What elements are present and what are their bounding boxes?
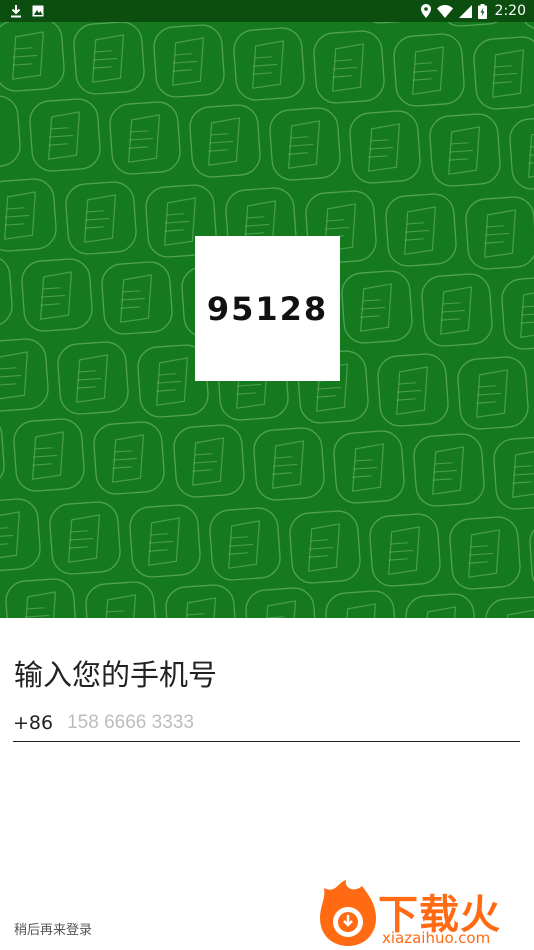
location-icon bbox=[420, 4, 431, 18]
watermark: 下载火 xiazaihuo.com bbox=[316, 878, 532, 948]
signal-icon bbox=[458, 4, 472, 18]
download-icon bbox=[10, 4, 22, 18]
phone-number-input[interactable] bbox=[67, 712, 520, 734]
watermark-en: xiazaihuo.com bbox=[382, 929, 491, 947]
page-title: 输入您的手机号 bbox=[14, 658, 218, 692]
flame-logo-icon bbox=[320, 880, 376, 946]
app-logo: 95128 bbox=[195, 236, 340, 381]
status-bar: 2:20 bbox=[0, 0, 534, 22]
phone-input-row: +86 bbox=[13, 705, 520, 742]
image-notification-icon bbox=[32, 5, 44, 17]
app-logo-text: 95128 bbox=[206, 289, 329, 328]
wifi-icon bbox=[436, 4, 453, 18]
hero-banner: 95128 bbox=[0, 22, 534, 618]
battery-icon bbox=[477, 3, 487, 19]
country-code[interactable]: +86 bbox=[13, 712, 53, 734]
status-time: 2:20 bbox=[494, 3, 526, 19]
login-later-link[interactable]: 稍后再来登录 bbox=[14, 919, 92, 938]
